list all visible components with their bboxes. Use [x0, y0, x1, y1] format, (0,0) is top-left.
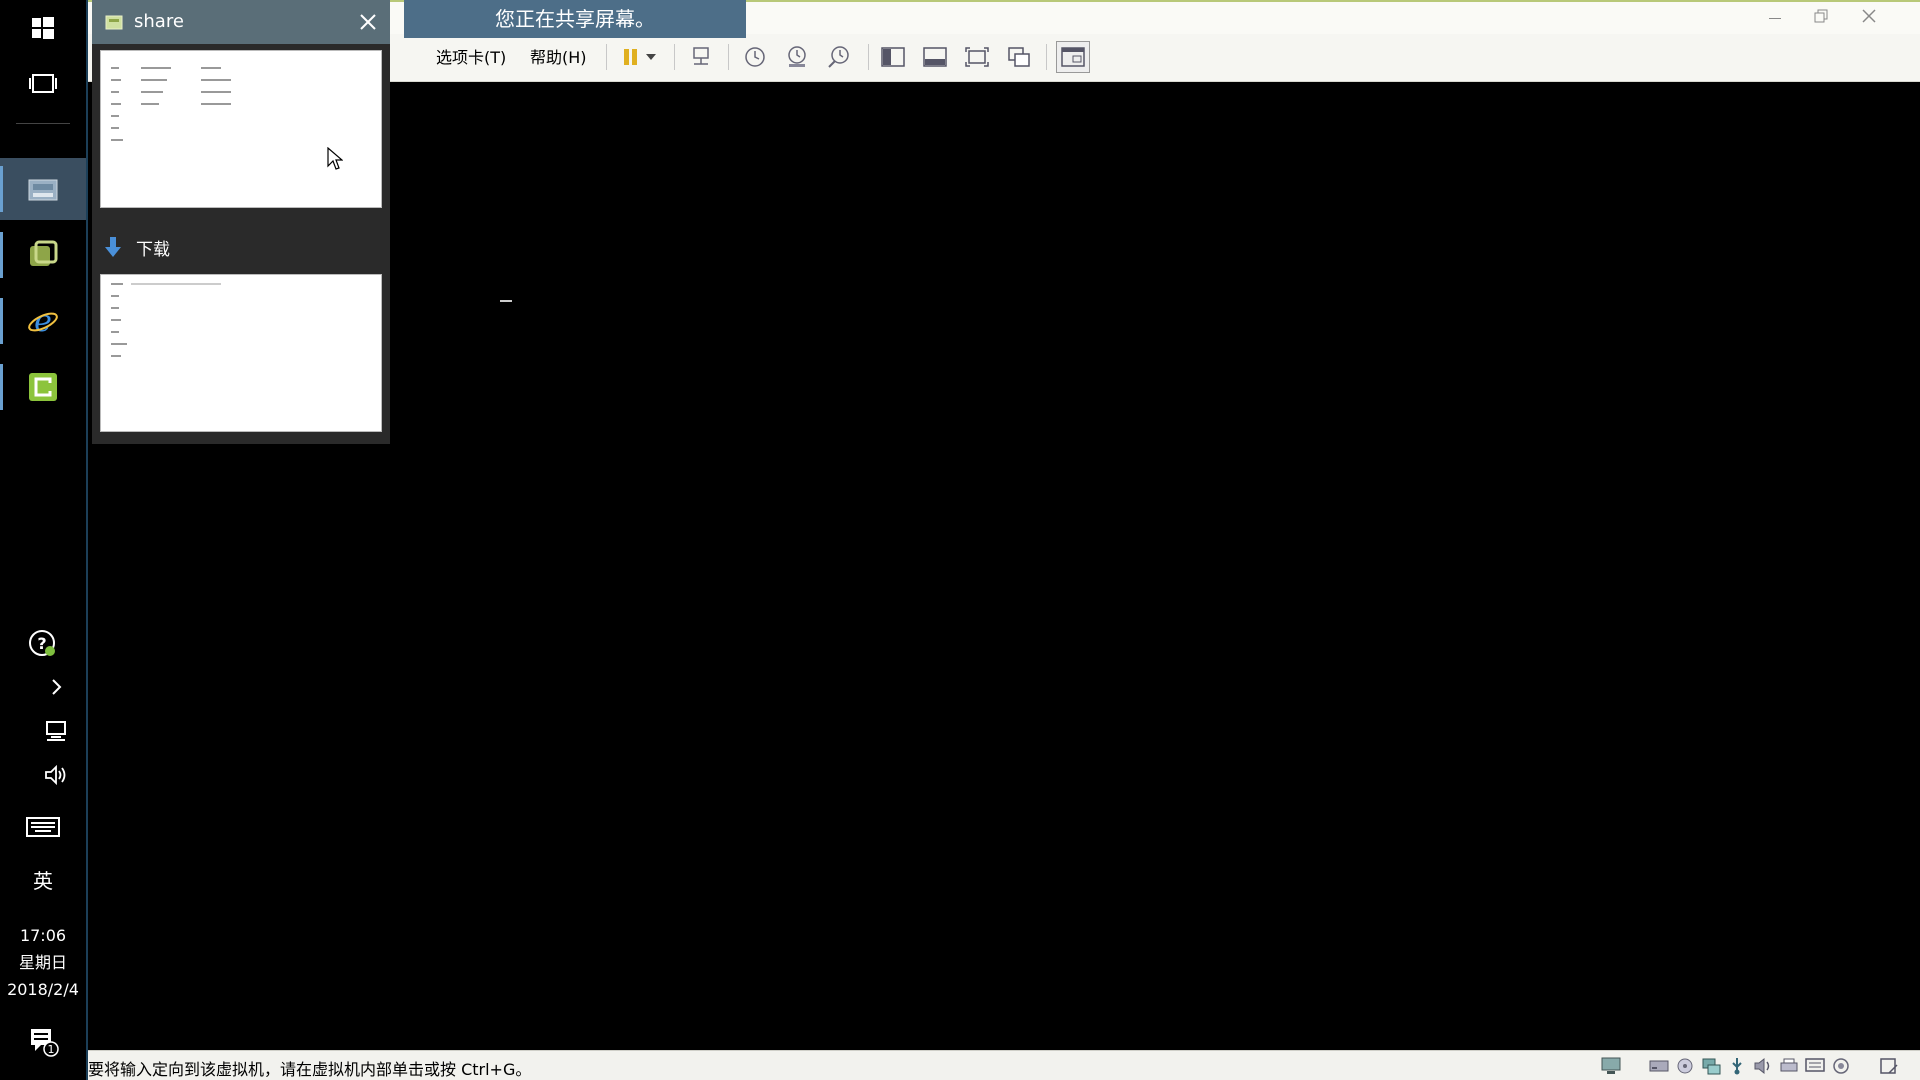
touch-keyboard-button[interactable]: [0, 812, 86, 842]
status-bar: 要将输入定向到该虚拟机，请在虚拟机内部单击或按 Ctrl+G。: [88, 1050, 1920, 1080]
clock-date: 2018/2/4: [7, 980, 79, 999]
toolbar-separator: [674, 44, 675, 70]
menu-help[interactable]: 帮助(H): [530, 44, 587, 68]
vmware-icon: [30, 240, 58, 266]
minimize-button[interactable]: [1752, 4, 1798, 32]
notification-icon: 1: [31, 1029, 59, 1057]
minimize-icon: [1769, 18, 1781, 19]
console-view-icon: [1061, 47, 1085, 67]
taskbar-app-vmware[interactable]: [0, 224, 86, 286]
clock-weekday: 星期日: [18, 953, 67, 972]
pause-icon: [624, 49, 637, 65]
preview-close-button[interactable]: [354, 8, 382, 36]
sound-card-icon[interactable]: [1752, 1056, 1774, 1076]
taskbar-app-camtasia[interactable]: [0, 356, 86, 418]
taskbar-app-file-explorer[interactable]: [0, 158, 86, 220]
screen-sharing-banner: 您正在共享屏幕。: [404, 0, 746, 38]
internet-explorer-icon: e: [28, 305, 58, 337]
console-view-button[interactable]: [1056, 41, 1090, 73]
network-icon: [46, 721, 66, 741]
menu-tabs[interactable]: 选项卡(T): [436, 44, 506, 68]
clock-revert-icon: [788, 46, 806, 67]
taskbar-divider: [16, 123, 70, 124]
download-arrow-icon: [105, 237, 121, 257]
bottom-bar-layout-icon: [923, 47, 947, 67]
camtasia-icon: [29, 373, 57, 401]
taskbar-clock[interactable]: 17:06 星期日 2018/2/4: [0, 922, 86, 1003]
restore-button[interactable]: [1798, 4, 1844, 32]
unity-mode-button[interactable]: [1004, 43, 1034, 71]
clock-manager-icon: [828, 46, 849, 68]
snapshot-button[interactable]: [740, 43, 770, 71]
window-thumbnail-share[interactable]: [100, 50, 382, 208]
preview-download-header[interactable]: 下载: [92, 228, 390, 266]
restore-icon: [1814, 9, 1828, 23]
clock-time: 17:06: [19, 926, 67, 945]
mouse-pointer-icon: [327, 147, 343, 170]
full-screen-button[interactable]: [962, 43, 992, 71]
toolbar-separator: [1046, 44, 1047, 70]
active-indicator: [0, 166, 3, 212]
cd-dvd-icon[interactable]: [1674, 1056, 1696, 1076]
close-icon: [360, 14, 376, 30]
svg-text:e: e: [34, 305, 52, 337]
windows-logo-icon: [32, 17, 54, 39]
usb-device-icon[interactable]: [1726, 1056, 1748, 1076]
network-send-icon: [693, 47, 709, 65]
status-message: 要将输入定向到该虚拟机，请在虚拟机内部单击或按 Ctrl+G。: [88, 1060, 532, 1079]
toolbar-separator: [606, 44, 607, 70]
task-view-icon: [29, 74, 57, 93]
close-window-button[interactable]: [1846, 4, 1892, 32]
toolbar-separator: [728, 44, 729, 70]
message-log-icon[interactable]: [1830, 1056, 1852, 1076]
unity-icon: [1008, 47, 1030, 67]
hard-disk-icon[interactable]: [1648, 1056, 1670, 1076]
running-indicator: [0, 364, 3, 410]
power-menu-dropdown[interactable]: [642, 43, 660, 71]
task-view-button[interactable]: [0, 62, 86, 106]
send-ctrl-alt-del-button[interactable]: [686, 43, 716, 71]
network-adapter-icon[interactable]: [1700, 1056, 1722, 1076]
preview-window-title: share: [134, 11, 184, 32]
snapshot-manager-button[interactable]: [824, 43, 854, 71]
sidebar-layout-icon: [881, 47, 905, 67]
window-thumbnail-download[interactable]: [100, 274, 382, 432]
chevron-down-icon: [646, 54, 656, 60]
taskbar-thumbnail-preview: share 下载: [92, 0, 390, 444]
drive-icon: [28, 179, 58, 201]
tray-help-app[interactable]: ?: [0, 626, 86, 662]
status-display-icon[interactable]: [1600, 1056, 1622, 1076]
keyboard-icon: [26, 817, 60, 837]
revert-snapshot-button[interactable]: [782, 43, 812, 71]
preview-download-label: 下载: [136, 239, 170, 260]
running-indicator: [0, 232, 3, 278]
preview-header[interactable]: share: [92, 0, 390, 44]
chevron-right-icon: [52, 679, 62, 695]
start-button[interactable]: [0, 6, 86, 50]
taskbar: e ? 英 17:06 星期日 2018/2/4 1: [0, 0, 88, 1080]
notification-count: 1: [48, 1043, 55, 1056]
show-library-button[interactable]: [878, 43, 908, 71]
full-screen-icon: [965, 47, 989, 67]
input-method-indicator[interactable]: 英: [0, 862, 86, 896]
text-cursor: [500, 300, 512, 302]
clock-snapshot-icon: [745, 47, 765, 67]
taskbar-app-internet-explorer[interactable]: e: [0, 290, 86, 352]
speaker-volume-icon: [45, 764, 66, 786]
notes-icon[interactable]: [1878, 1056, 1900, 1076]
thumbnail-bar-button[interactable]: [920, 43, 950, 71]
close-icon: [1862, 9, 1876, 23]
action-center-button[interactable]: 1: [0, 1024, 86, 1058]
running-indicator: [0, 298, 3, 344]
help-question-icon: ?: [29, 630, 55, 656]
display-settings-icon[interactable]: [1804, 1056, 1826, 1076]
drive-icon: [105, 15, 123, 30]
toolbar-separator: [868, 44, 869, 70]
printer-icon[interactable]: [1778, 1056, 1800, 1076]
